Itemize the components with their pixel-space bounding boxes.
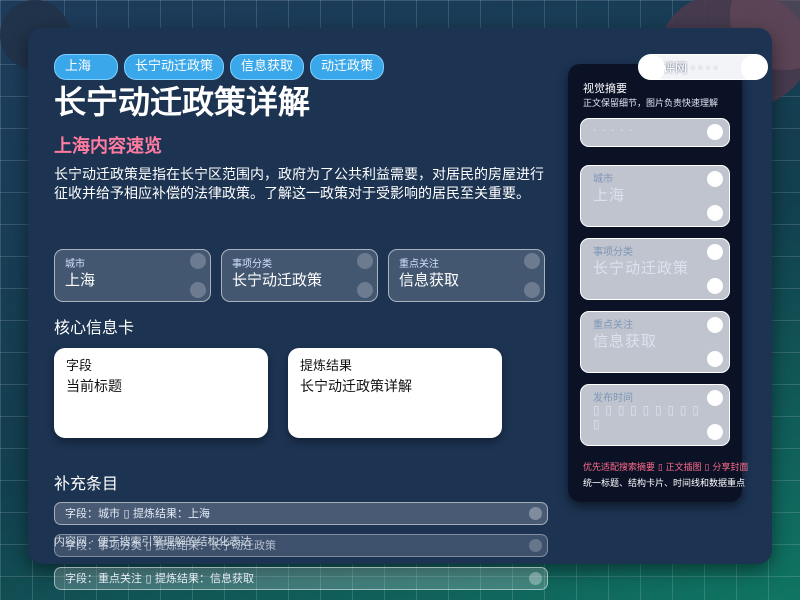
sidebar-summary-card: 事项分类 长宁动迁政策 [580, 238, 730, 300]
meta-label: 事项分类 [232, 259, 272, 270]
sidebar-summary-card: 城市 上海 [580, 165, 730, 227]
sidebar-summary-card: 重点关注 信息获取 [580, 311, 730, 373]
sidebar-footer-highlight: 优先适配搜索摘要 ▯ 正文插图 ▯ 分享封面 [583, 463, 749, 473]
knob-icon [707, 124, 723, 140]
sidebar-card-label: 发布时间 [593, 393, 633, 404]
knob-icon [707, 424, 723, 440]
sidebar-card-value: 上海 [593, 186, 626, 204]
tag-chip[interactable]: 信息获取 [230, 54, 305, 80]
tag-chip[interactable]: 长宁动迁政策 [124, 54, 225, 80]
meta-value: 信息获取 [399, 271, 460, 289]
tag-chip[interactable]: 上海 [54, 54, 119, 80]
sidebar-summary-card: · · · · · [580, 118, 730, 147]
tag-chip[interactable]: 动迁政策 [310, 54, 385, 80]
meta-label: 城市 [65, 259, 85, 270]
sidebar-card-label: 城市 [593, 174, 613, 185]
sidebar-footer-note: 统一标题、结构卡片、时间线和数据重点 [583, 479, 746, 489]
core-info-card: 提炼结果 长宁动迁政策详解 [288, 348, 502, 438]
core-card-value: 长宁动迁政策详解 [300, 379, 412, 395]
knob-icon [707, 244, 723, 260]
sidebar-card-value: ▯ ▯ ▯ ▯ ▯ ▯ ▯ ▯ ▯ ▯ [593, 403, 700, 431]
sidebar-card-label: 重点关注 [593, 320, 633, 331]
meta-value: 上海 [65, 271, 96, 289]
extra-row: 字段：城市 ▯ 提炼结果：上海 [54, 502, 548, 525]
sidebar-summary-card: 发布时间 ▯ ▯ ▯ ▯ ▯ ▯ ▯ ▯ ▯ ▯ [580, 384, 730, 446]
knob-icon [707, 351, 723, 367]
knob-icon [707, 317, 723, 333]
sidebar-title: 视觉摘要 [583, 82, 627, 95]
meta-card-focus: 重点关注 信息获取 [388, 249, 545, 302]
core-card-value: 当前标题 [66, 379, 122, 395]
tag-chip-row: 上海 长宁动迁政策 信息获取 动迁政策 [54, 54, 385, 80]
knob-icon [707, 171, 723, 187]
site-badge: 评网 · · · · [638, 54, 768, 80]
extra-row: 字段：重点关注 ▯ 提炼结果：信息获取 [54, 567, 548, 590]
sidebar-card-value: · · · · · [593, 124, 634, 137]
page-subtitle: 上海内容速览 [54, 136, 162, 157]
core-card-label: 提炼结果 [300, 359, 353, 374]
meta-label: 重点关注 [399, 259, 439, 270]
meta-card-city: 城市 上海 [54, 249, 211, 302]
page-title: 长宁动迁政策详解 [54, 83, 311, 121]
meta-card-category: 事项分类 长宁动迁政策 [221, 249, 378, 302]
core-section-heading: 核心信息卡 [54, 318, 135, 337]
sidebar-card-value: 信息获取 [593, 332, 658, 350]
extra-row: 字段：事项分类 ▯ 提炼结果：长宁动迁政策 [54, 534, 548, 557]
knob-icon [707, 390, 723, 406]
core-card-label: 字段 [66, 359, 93, 374]
extra-section-heading: 补充条目 [54, 474, 119, 493]
sidebar-card-value: 长宁动迁政策 [593, 259, 690, 277]
knob-icon [707, 205, 723, 221]
meta-value: 长宁动迁政策 [232, 271, 323, 289]
intro-paragraph: 长宁动迁政策是指在长宁区范围内，政府为了公共利益需要，对居民的房屋进行征收并给予… [54, 167, 544, 202]
core-info-card: 字段 当前标题 [54, 348, 268, 438]
sidebar-subtitle: 正文保留细节，图片负责快速理解 [583, 99, 719, 109]
knob-icon [707, 278, 723, 294]
sidebar-card-label: 事项分类 [593, 247, 633, 258]
